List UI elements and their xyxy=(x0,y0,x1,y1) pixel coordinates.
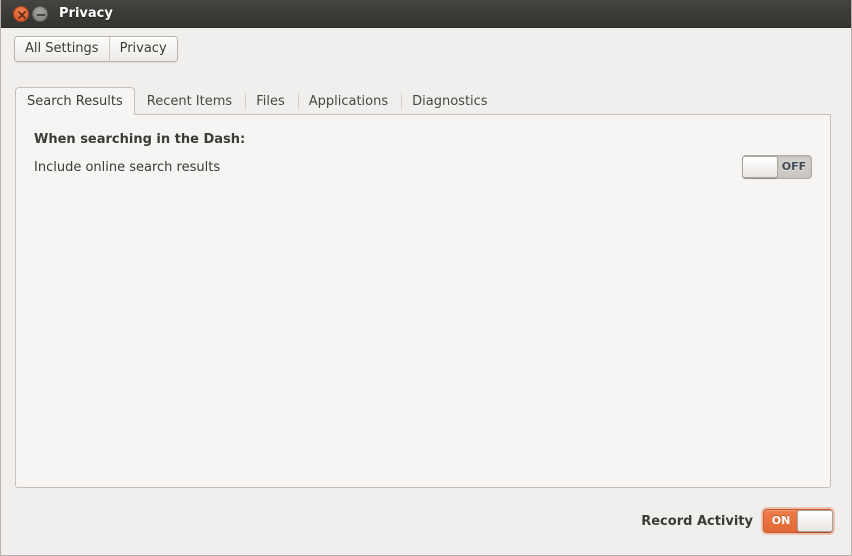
minimize-icon[interactable] xyxy=(32,6,48,22)
online-search-results-label: Include online search results xyxy=(34,159,221,175)
tab-applications[interactable]: Applications xyxy=(297,87,400,114)
privacy-window: Privacy All Settings Privacy Search Resu… xyxy=(0,0,852,556)
section-heading-dash-search: When searching in the Dash: xyxy=(34,132,246,147)
toggle-knob xyxy=(742,156,778,178)
tab-strip: Search Results Recent Items Files Applic… xyxy=(15,86,831,115)
record-activity-toggle-state: ON xyxy=(771,514,791,527)
tab-search-results[interactable]: Search Results xyxy=(15,87,135,115)
tab-diagnostics[interactable]: Diagnostics xyxy=(400,87,499,114)
online-search-results-row: Include online search results OFF xyxy=(34,155,812,179)
record-activity-toggle[interactable]: ON xyxy=(763,509,833,533)
online-search-results-toggle-state: OFF xyxy=(781,160,807,173)
record-activity-label: Record Activity xyxy=(641,513,753,529)
toolbar-button-group: All Settings Privacy xyxy=(14,36,178,62)
online-search-results-toggle[interactable]: OFF xyxy=(742,155,812,179)
close-icon[interactable] xyxy=(13,6,29,22)
search-results-panel: When searching in the Dash: Include onli… xyxy=(15,114,831,488)
settings-notebook: Search Results Recent Items Files Applic… xyxy=(15,86,831,488)
tab-recent-items[interactable]: Recent Items xyxy=(135,87,244,114)
window-titlebar: Privacy xyxy=(1,0,851,28)
window-title: Privacy xyxy=(59,6,113,21)
tab-files[interactable]: Files xyxy=(244,87,297,114)
toggle-knob xyxy=(797,510,833,532)
all-settings-button[interactable]: All Settings xyxy=(15,37,109,61)
privacy-button[interactable]: Privacy xyxy=(108,37,177,61)
record-activity-footer: Record Activity ON xyxy=(641,509,833,533)
